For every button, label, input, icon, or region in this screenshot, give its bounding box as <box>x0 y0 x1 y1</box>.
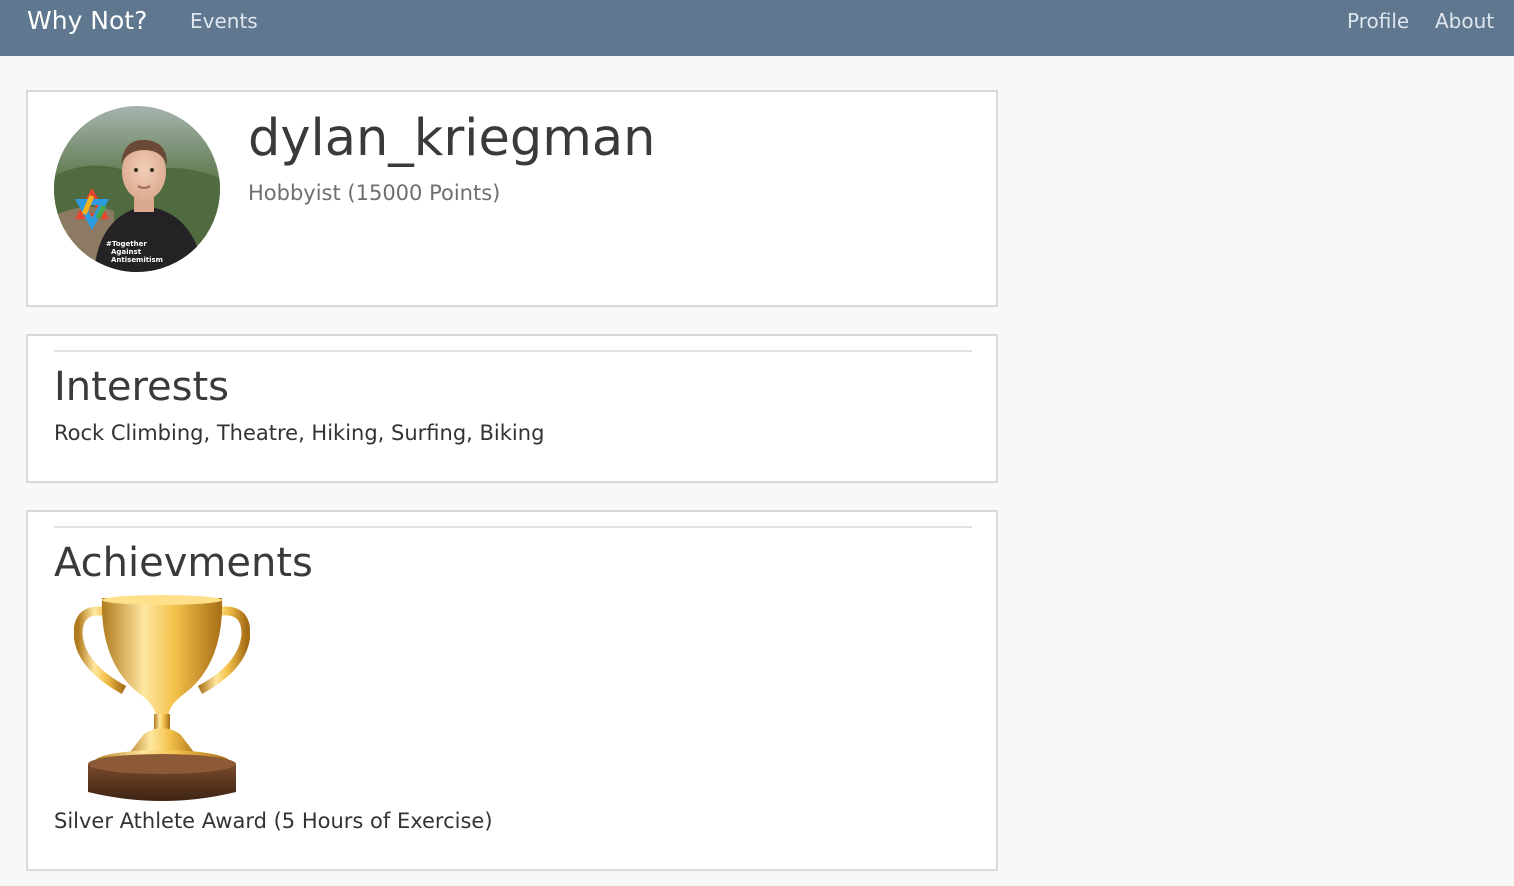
avatar: #Together Against Antisemitism <box>54 106 220 272</box>
trophy-icon <box>73 594 251 808</box>
username: dylan_kriegman <box>248 109 656 168</box>
brand-link[interactable]: Why Not? <box>27 4 147 38</box>
svg-text:#Together: #Together <box>106 240 147 248</box>
award-label: Silver Athlete Award (5 Hours of Exercis… <box>54 809 493 833</box>
user-rank: Hobbyist (15000 Points) <box>248 181 501 205</box>
profile-card: #Together Against Antisemitism dylan_kri… <box>26 90 998 307</box>
interests-title: Interests <box>54 364 229 410</box>
top-navbar: Why Not? Events Profile About <box>0 0 1514 56</box>
interests-list: Rock Climbing, Theatre, Hiking, Surfing,… <box>54 421 545 445</box>
nav-link-events[interactable]: Events <box>190 6 258 36</box>
divider <box>54 526 972 528</box>
divider <box>54 350 972 352</box>
interests-card: Interests Rock Climbing, Theatre, Hiking… <box>26 334 998 483</box>
nav-link-profile[interactable]: Profile <box>1347 6 1409 36</box>
achievements-title: Achievments <box>54 540 313 586</box>
svg-text:Antisemitism: Antisemitism <box>111 256 163 264</box>
avatar-photo: #Together Against Antisemitism <box>54 106 220 272</box>
achievements-card: Achievments Silver Athlete Award (5 Hour… <box>26 510 998 871</box>
svg-text:Against: Against <box>111 248 142 256</box>
nav-link-about[interactable]: About <box>1435 6 1494 36</box>
